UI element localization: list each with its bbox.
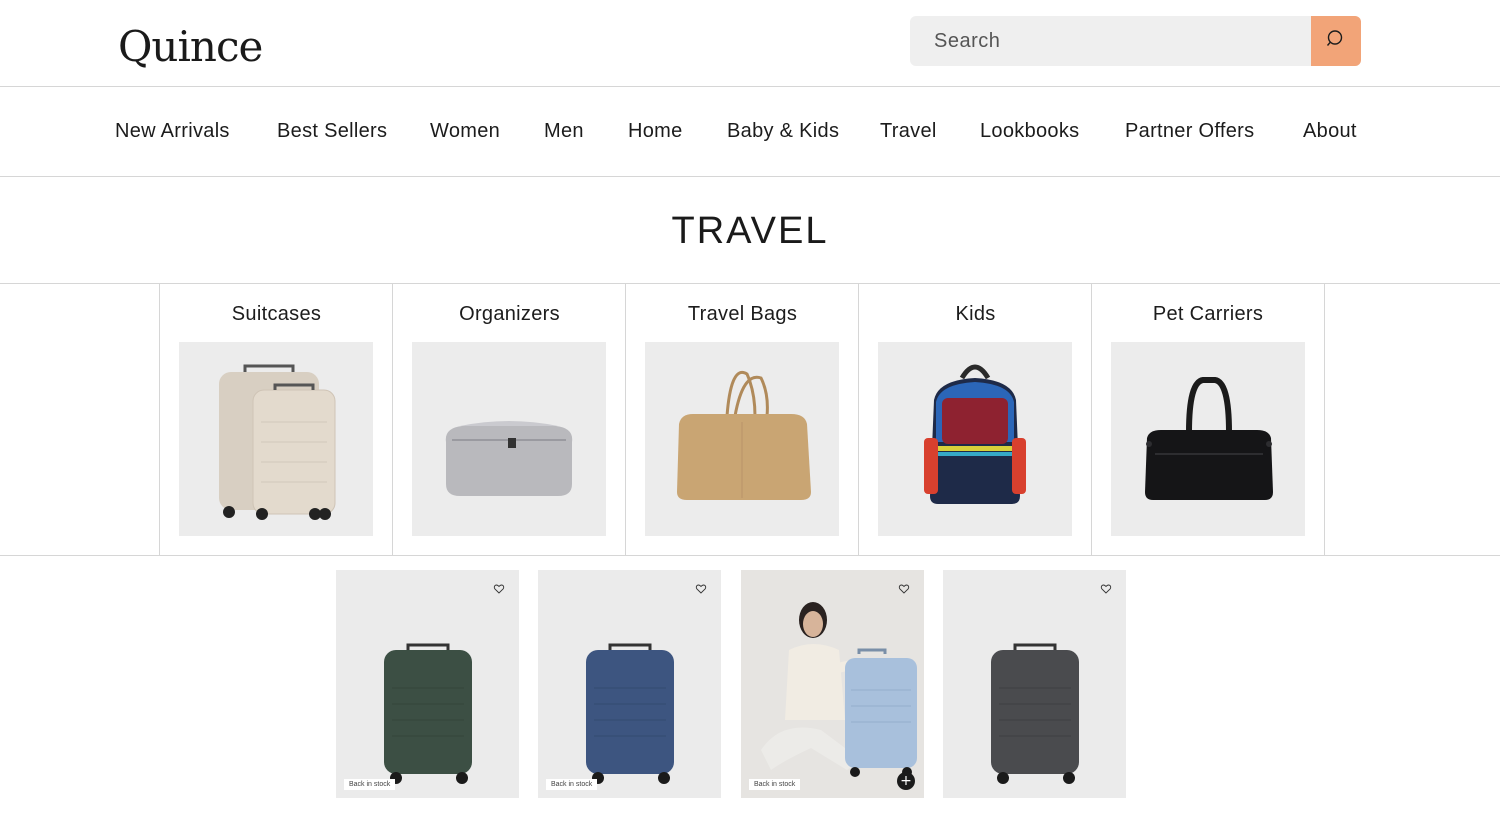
category-row: Suitcases Organizers Travel Bags Kids Pe… [0,283,1500,556]
product-card[interactable] [943,570,1126,798]
heart-icon[interactable] [493,582,505,594]
category-travel-bags[interactable]: Travel Bags [625,284,859,556]
nav-item-best-sellers[interactable]: Best Sellers [277,120,387,143]
category-label: Pet Carriers [1152,303,1264,325]
site-header: Quince [0,0,1500,87]
nav-item-home[interactable]: Home [628,120,683,143]
search-bar [910,16,1361,66]
category-label: Travel Bags [687,303,798,325]
category-label: Kids [955,303,996,325]
nav-item-women[interactable]: Women [430,120,500,143]
nav-item-baby-kids[interactable]: Baby & Kids [727,120,839,143]
product-card[interactable]: Back in stock + [741,570,924,798]
nav-item-partner-offers[interactable]: Partner Offers [1125,120,1254,143]
heart-icon[interactable] [1100,582,1112,594]
search-input[interactable] [910,16,1311,66]
category-organizers[interactable]: Organizers [392,284,626,556]
green-carry-on-image [384,643,472,784]
nav-item-new-arrivals[interactable]: New Arrivals [115,120,230,143]
status-badge: Back in stock [546,779,598,790]
suitcases-image [179,342,373,536]
page-title: TRAVEL [671,210,829,252]
status-badge: Back in stock [344,779,396,790]
category-label: Organizers [459,303,560,325]
nav-item-men[interactable]: Men [544,120,584,143]
category-pet-carriers[interactable]: Pet Carriers [1091,284,1325,556]
nav-item-travel[interactable]: Travel [880,120,937,143]
charcoal-carry-on-image [991,643,1079,784]
search-button[interactable] [1311,16,1361,66]
search-icon [1326,29,1346,54]
organizers-image [412,342,606,536]
main-nav: New Arrivals Best Sellers Women Men Home… [0,88,1500,177]
category-suitcases[interactable]: Suitcases [159,284,393,556]
heart-icon[interactable] [898,582,910,594]
product-card[interactable]: Back in stock [538,570,721,798]
navy-carry-on-image [586,643,674,784]
heart-icon[interactable] [695,582,707,594]
category-label: Suitcases [231,303,322,325]
model-with-light-blue-carry-on-image [741,570,924,798]
nav-item-lookbooks[interactable]: Lookbooks [980,120,1079,143]
pet-carriers-image [1111,342,1305,536]
kids-backpack-image [878,342,1072,536]
status-badge: Back in stock [749,779,801,790]
quince-logo[interactable]: Quince [118,22,263,71]
add-to-cart-button[interactable]: + [897,772,915,790]
category-kids[interactable]: Kids [858,284,1092,556]
nav-item-about[interactable]: About [1303,120,1357,143]
product-card[interactable]: Back in stock [336,570,519,798]
travel-bags-image [645,342,839,536]
